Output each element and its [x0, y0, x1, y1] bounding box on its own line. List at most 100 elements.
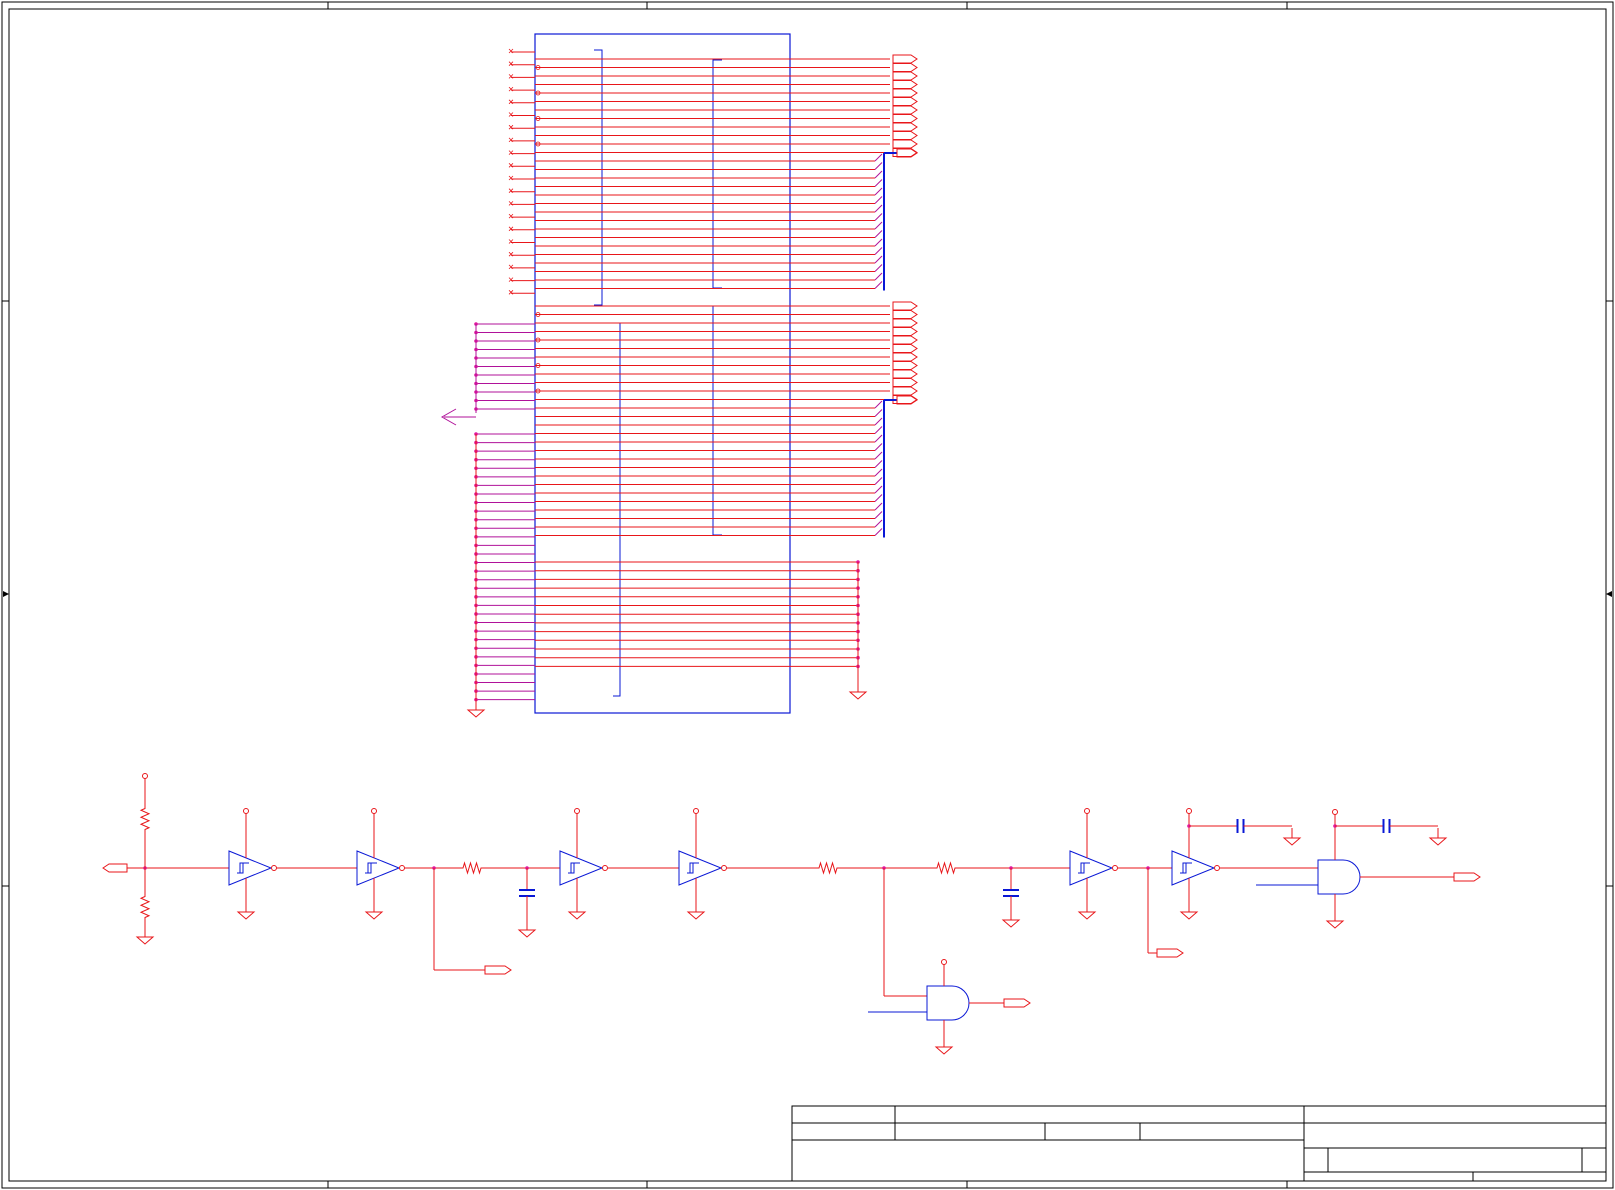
- offpage-port-icon: [892, 301, 918, 311]
- offpage-port-icon: [892, 335, 918, 345]
- ground-icon: [517, 920, 537, 938]
- bus-entry: [874, 204, 883, 213]
- bus-entry: [874, 485, 883, 494]
- ground-icon: [1428, 828, 1448, 846]
- ground-symbol: [1001, 919, 1021, 928]
- buffer-triangle: [678, 850, 723, 886]
- power-pin-icon: [941, 959, 947, 986]
- sheet-frame: [1, 1, 1614, 1189]
- capacitor-icon: [1189, 819, 1292, 833]
- power-pin-circle: [574, 808, 580, 814]
- and-gate-icon: [1317, 859, 1361, 895]
- outer-border: [1, 1, 1614, 1189]
- offpage-port-icon: [1003, 998, 1031, 1008]
- resistor-zigzag: [139, 805, 151, 833]
- schmitt-buffer-icon: [1171, 808, 1220, 920]
- offpage-port-icon: [892, 131, 918, 140]
- offpage-port-icon: [892, 97, 918, 106]
- bus-entry: [874, 238, 883, 247]
- bus-entry: [874, 272, 883, 281]
- offpage-port-icon: [892, 352, 918, 362]
- ground-symbol: [236, 911, 256, 920]
- ground-symbol: [135, 936, 155, 945]
- power-pin-icon: [243, 808, 249, 858]
- bus-group: [535, 301, 918, 538]
- capacitor-icon: [1335, 819, 1438, 833]
- ground-symbol: [1282, 837, 1302, 846]
- hysteresis-mark: [1180, 862, 1192, 874]
- schmitt-buffer-icon: [559, 808, 608, 920]
- buffer-triangle: [356, 850, 401, 886]
- bus-entry: [874, 213, 883, 221]
- offpage-port-icon: [892, 378, 918, 387]
- bus-entry: [874, 511, 883, 519]
- resistor-zigzag: [816, 861, 840, 875]
- bus-entry: [874, 264, 883, 272]
- bus-entry: [874, 417, 883, 426]
- bus-entry: [874, 409, 883, 417]
- power-pin-icon: [142, 773, 148, 805]
- offpage-port-icon: [892, 369, 918, 379]
- offpage-port-icon: [892, 114, 918, 123]
- offpage-port-icon: [1453, 872, 1481, 882]
- bus-entry: [874, 230, 883, 238]
- and-gate-body: [1317, 859, 1361, 895]
- offpage-port-icon: [102, 863, 128, 873]
- bus-entry: [874, 179, 883, 187]
- ground-icon: [466, 700, 486, 718]
- power-pin-circle: [142, 773, 148, 779]
- title-block-frame: [791, 1105, 1607, 1182]
- power-pin-icon: [1186, 808, 1192, 858]
- connector-block: [440, 33, 918, 718]
- bank-bracket: [712, 59, 722, 289]
- resistor-icon: [460, 861, 484, 875]
- resistor-zigzag: [934, 861, 958, 875]
- ground-symbol: [1325, 920, 1345, 929]
- ground-symbol: [364, 911, 384, 920]
- ground-icon: [686, 902, 706, 920]
- ground-icon: [135, 927, 155, 945]
- bus-entry: [874, 460, 883, 468]
- resistor-icon: [139, 805, 151, 833]
- capacitor-icon: [519, 868, 535, 920]
- ground-icon: [848, 682, 868, 700]
- title-block: [791, 1105, 1607, 1182]
- offpage-port-icon: [892, 327, 918, 336]
- bus-entry: [874, 281, 883, 289]
- bus-entry: [874, 443, 883, 451]
- bus-entry: [874, 502, 883, 511]
- offpage-port-icon: [892, 105, 918, 115]
- resistor-zigzag: [139, 893, 151, 921]
- offpage-port-icon: [892, 139, 918, 149]
- power-pin-icon: [1332, 809, 1338, 860]
- bus-entry: [874, 247, 883, 255]
- bus-entry: [874, 162, 883, 170]
- ground-symbol: [517, 929, 537, 938]
- offpage-port-icon: [892, 386, 918, 396]
- zone-arrow: [3, 591, 9, 597]
- ground-icon: [1325, 911, 1345, 929]
- offpage-port-icon: [892, 63, 918, 72]
- hysteresis-mark: [687, 862, 699, 874]
- offpage-port-icon: [892, 71, 918, 81]
- ground-symbol: [686, 911, 706, 920]
- inner-border: [8, 8, 1607, 1182]
- bus-entry: [874, 468, 883, 477]
- offpage-port-icon: [892, 310, 918, 319]
- offpage-port-icon: [484, 965, 512, 975]
- ground-symbol: [466, 709, 486, 718]
- schmitt-buffer-icon: [228, 808, 277, 920]
- schematic-sheet: [0, 0, 1615, 1190]
- resistor-icon: [934, 861, 958, 875]
- ground-symbol: [1077, 911, 1097, 920]
- bus-entry: [874, 255, 883, 264]
- ground-icon: [1282, 828, 1302, 846]
- power-pin-icon: [574, 808, 580, 858]
- buffer-triangle: [559, 850, 604, 886]
- ground-icon: [364, 902, 384, 920]
- bus-entry: [874, 451, 883, 460]
- buffer-triangle: [1171, 850, 1216, 886]
- power-pin-circle: [1332, 809, 1338, 815]
- bus-entry: [874, 528, 883, 536]
- bus-entry: [874, 434, 883, 443]
